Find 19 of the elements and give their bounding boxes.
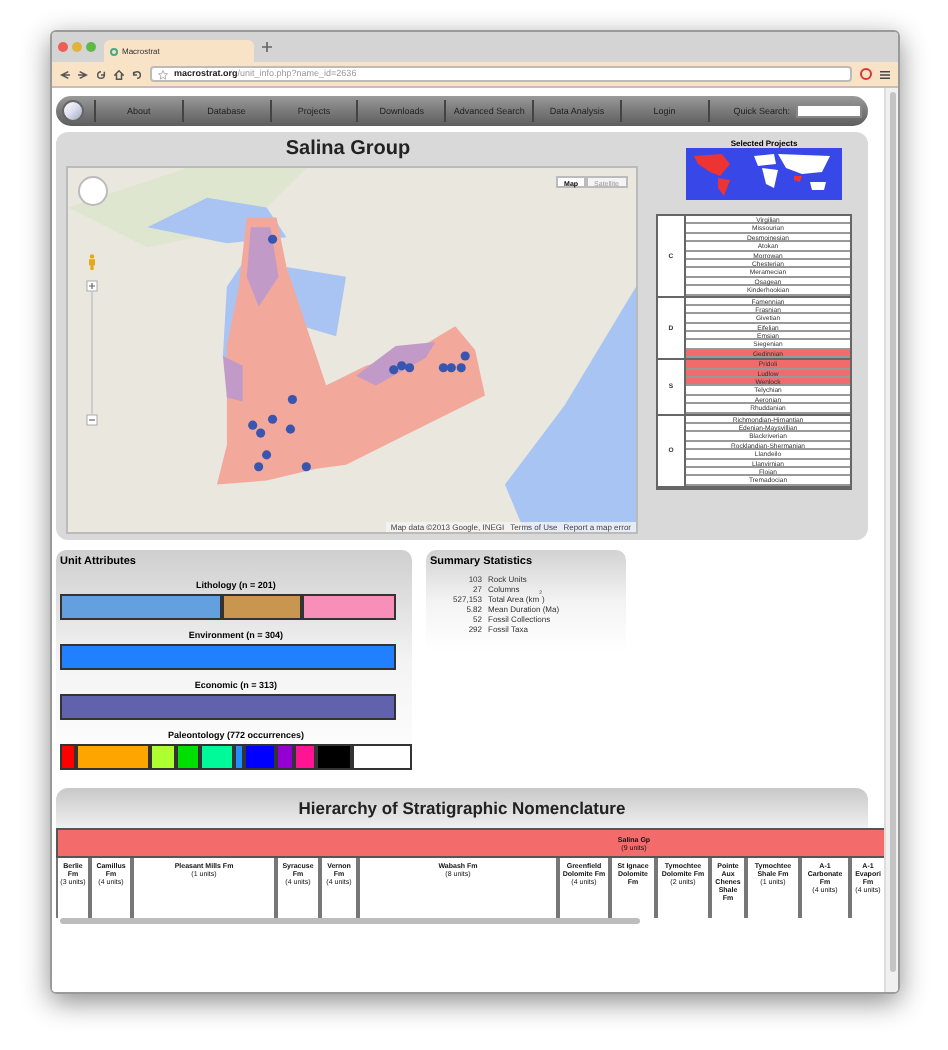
horizontal-scrollbar[interactable]	[60, 918, 640, 925]
undo-icon[interactable]	[132, 69, 142, 79]
new-tab-icon[interactable]	[262, 42, 272, 52]
back-icon[interactable]	[60, 69, 70, 79]
world-map-drawing[interactable]	[686, 148, 842, 200]
vertical-scrollbar[interactable]	[884, 88, 898, 992]
zoom-control-drawing[interactable]	[85, 280, 97, 426]
home-icon[interactable]	[114, 69, 124, 79]
quick-search-field[interactable]	[795, 104, 862, 118]
page-title: Salina Group	[285, 136, 411, 164]
close-window-icon[interactable]	[58, 42, 68, 52]
menu-icon[interactable]	[880, 69, 890, 79]
page-icon	[110, 47, 118, 55]
extension-icon[interactable]	[860, 68, 872, 80]
section-title: Hierarchy of Stratigraphic Nomenclature	[298, 795, 626, 822]
globe-logo-icon[interactable]	[62, 100, 84, 122]
bookmark-star-icon[interactable]	[158, 69, 168, 79]
reload-icon[interactable]	[96, 69, 106, 79]
forward-icon[interactable]	[78, 69, 88, 79]
